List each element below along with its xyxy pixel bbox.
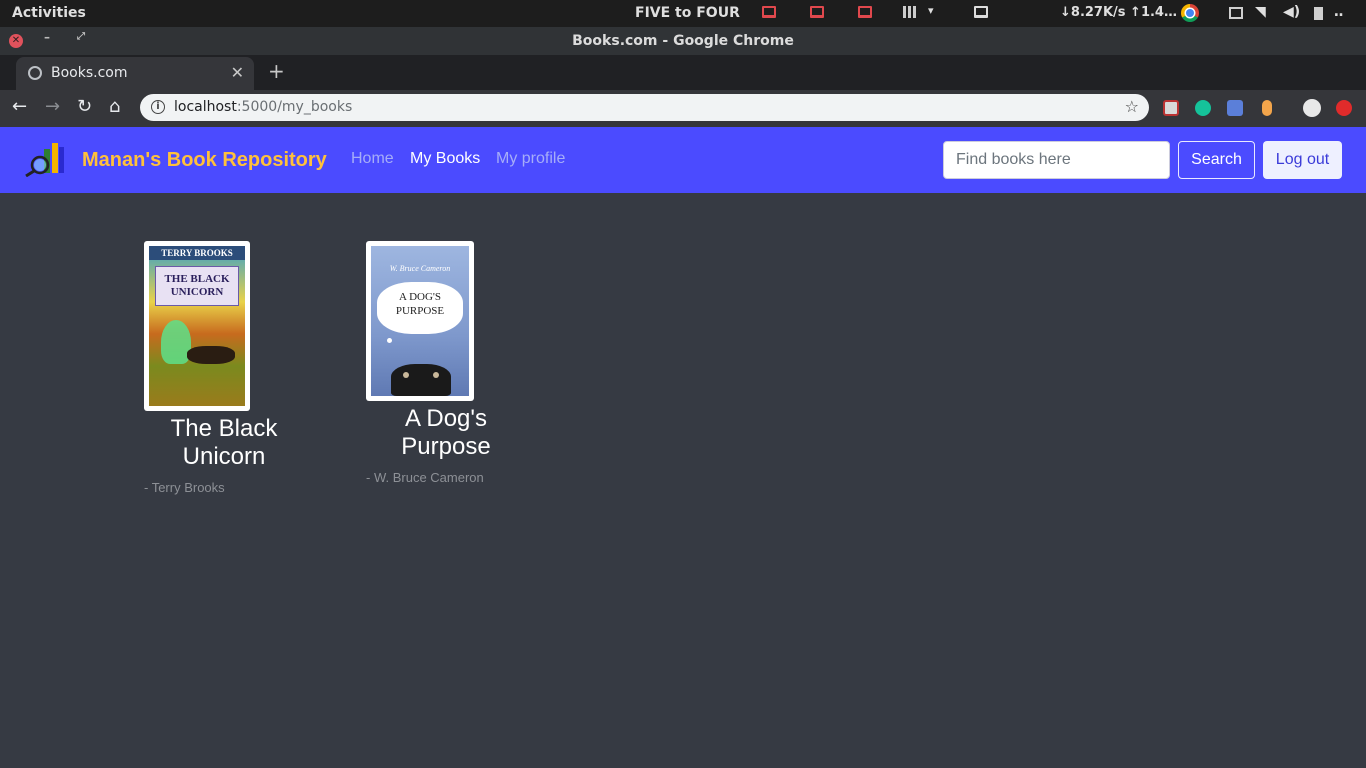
cover-dog-eye	[403, 372, 409, 378]
book-title[interactable]: A Dog's Purpose	[372, 405, 520, 461]
grid-icon[interactable]	[903, 6, 917, 18]
book-title[interactable]: The Black Unicorn	[150, 415, 298, 471]
chrome-icon[interactable]	[1181, 4, 1199, 22]
globe-icon	[28, 66, 42, 80]
url-text: localhost:5000/my_books	[174, 99, 353, 115]
tab-strip: Books.com ✕ +	[0, 55, 1366, 90]
wifi-icon[interactable]: ◥	[1255, 4, 1266, 20]
os-top-bar: Activities FIVE to FOUR ▾ ↓8.27K/s ↑1.4……	[0, 0, 1366, 27]
forward-icon[interactable]: →	[45, 97, 60, 117]
volume-icon[interactable]: ◀)	[1283, 4, 1300, 20]
site-navbar: Manan's Book Repository Home My Books My…	[0, 127, 1366, 193]
translate-icon[interactable]	[1227, 100, 1243, 116]
new-tab-icon[interactable]: +	[268, 59, 285, 83]
nav-link-my-profile[interactable]: My profile	[496, 150, 565, 168]
search-input[interactable]	[943, 141, 1170, 179]
book-author: - Terry Brooks	[144, 480, 225, 495]
nav-link-my-books[interactable]: My Books	[410, 150, 480, 168]
chevron-down-icon[interactable]: ▾	[928, 4, 934, 17]
battery-icon[interactable]	[1314, 7, 1323, 20]
close-tab-icon[interactable]: ✕	[231, 63, 244, 82]
update-icon[interactable]	[1336, 100, 1352, 116]
address-bar[interactable]: i localhost:5000/my_books ☆	[140, 94, 1149, 121]
bookmark-star-icon[interactable]: ☆	[1125, 97, 1139, 116]
tab-title: Books.com	[51, 65, 128, 81]
network-speed: ↓8.27K/s ↑1.4…	[1060, 5, 1177, 20]
cover-unicorn	[187, 346, 235, 364]
cover-bubble	[387, 338, 392, 343]
monitor-icon[interactable]	[810, 6, 824, 18]
book-cover-image[interactable]: TERRY BROOKS THE BLACK UNICORN	[144, 241, 250, 411]
monitor-icon[interactable]	[762, 6, 776, 18]
cast-icon[interactable]	[1229, 7, 1243, 19]
search-button[interactable]: Search	[1178, 141, 1255, 179]
info-icon[interactable]: i	[151, 100, 165, 114]
monitor-icon[interactable]	[858, 6, 872, 18]
cover-dog-eye	[433, 372, 439, 378]
brand-title[interactable]: Manan's Book Repository	[82, 149, 327, 172]
extension-icon[interactable]	[1163, 100, 1179, 116]
cover-author-text: TERRY BROOKS	[149, 246, 245, 260]
cover-dog	[391, 364, 451, 396]
clock-label[interactable]: FIVE to FOUR	[635, 5, 740, 21]
book-logo-icon[interactable]	[22, 141, 68, 177]
browser-tab[interactable]: Books.com ✕	[16, 57, 254, 90]
browser-toolbar: ← → ↻ ⌂ i localhost:5000/my_books ☆	[0, 90, 1366, 127]
activities-button[interactable]: Activities	[12, 5, 86, 21]
display-icon[interactable]	[974, 6, 988, 18]
cover-author-text: W. Bruce Cameron	[389, 264, 451, 273]
book-author: - W. Bruce Cameron	[366, 470, 484, 485]
window-title-bar: ✕ – ⤢ Books.com - Google Chrome	[0, 27, 1366, 55]
book-cover-image[interactable]: W. Bruce Cameron A DOG'S PURPOSE	[366, 241, 474, 401]
grammarly-icon[interactable]	[1195, 100, 1211, 116]
home-icon[interactable]: ⌂	[109, 97, 120, 117]
reload-icon[interactable]: ↻	[77, 97, 92, 117]
logout-button[interactable]: Log out	[1263, 141, 1342, 179]
window-title: Books.com - Google Chrome	[572, 33, 794, 49]
back-icon[interactable]: ←	[12, 97, 27, 117]
profile-avatar-icon[interactable]	[1303, 99, 1321, 117]
menu-overflow[interactable]: ‥	[1334, 4, 1343, 20]
cover-title-text: A DOG'S PURPOSE	[377, 282, 463, 334]
cover-title-text: THE BLACK UNICORN	[155, 266, 239, 306]
nav-link-home[interactable]: Home	[351, 150, 394, 168]
extension-icon[interactable]	[1262, 100, 1272, 116]
